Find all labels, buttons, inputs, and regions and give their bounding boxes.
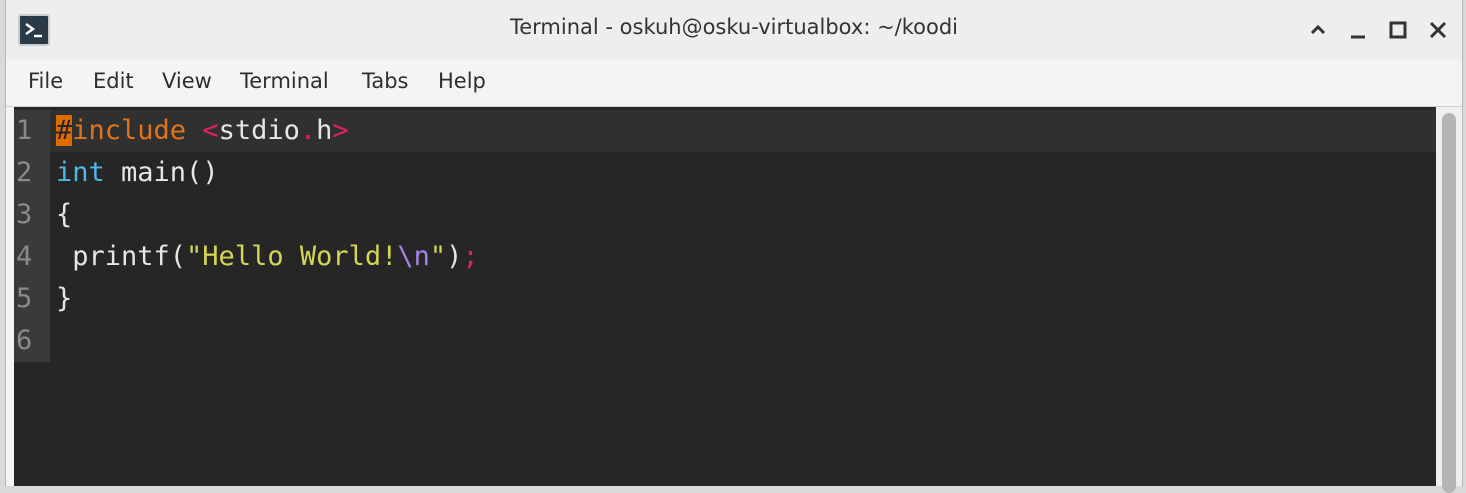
code-text: { [56, 199, 73, 230]
code-text: #include <stdio.h> [56, 110, 349, 152]
paren-close: ) [446, 241, 463, 272]
escape-sequence: \n [397, 241, 430, 272]
menu-file[interactable]: File [28, 69, 63, 93]
keyword-type: int [56, 157, 105, 188]
menu-edit[interactable]: Edit [93, 69, 134, 93]
code-line: 1 #include <stdio.h> [14, 110, 1436, 152]
code-call: printf( [56, 241, 187, 272]
code-rest: main() [104, 157, 219, 188]
string-close: " [429, 241, 447, 272]
window-title: Terminal - oskuh@osku-virtualbox: ~/kood… [509, 15, 959, 39]
code-text: int main() [56, 152, 219, 194]
close-icon[interactable] [1424, 16, 1452, 44]
angle-open: < [202, 115, 219, 146]
header-name: stdio [218, 115, 300, 146]
menu-help[interactable]: Help [438, 69, 486, 93]
code-line: 4 printf("Hello World!\n"); [14, 236, 1436, 278]
scrollbar-thumb[interactable] [1442, 113, 1456, 493]
line-number: 1 [14, 110, 50, 152]
minimize-icon[interactable] [1344, 16, 1372, 44]
menu-bar: File Edit View Terminal Tabs Help [6, 60, 1462, 107]
terminal-window: Terminal - oskuh@osku-virtualbox: ~/kood… [5, 0, 1463, 493]
angle-close: > [332, 115, 349, 146]
menu-terminal[interactable]: Terminal [240, 69, 329, 93]
line-number: 2 [14, 152, 50, 194]
scrollbar[interactable] [1436, 107, 1462, 493]
text-cursor: # [56, 115, 73, 146]
string-literal: "Hello World! [186, 241, 398, 272]
code-line: 3 { [14, 194, 1436, 236]
header-ext: h [316, 115, 333, 146]
line-number: 5 [14, 278, 50, 320]
maximize-icon[interactable] [1384, 16, 1412, 44]
header-dot: . [299, 115, 317, 146]
code-line: 6 [14, 320, 1436, 362]
terminal-editor[interactable]: 1 #include <stdio.h> 2 int main() 3 { 4 … [14, 107, 1436, 486]
title-bar[interactable]: Terminal - oskuh@osku-virtualbox: ~/kood… [6, 0, 1462, 60]
menu-tabs[interactable]: Tabs [362, 69, 409, 93]
code-text: } [56, 283, 73, 314]
chevron-up-icon[interactable] [1304, 16, 1332, 44]
line-number: 4 [14, 236, 50, 278]
code-line: 5 } [14, 278, 1436, 320]
line-number: 3 [14, 194, 50, 236]
code-line: 2 int main() [14, 152, 1436, 194]
menu-view[interactable]: View [162, 69, 212, 93]
code-text: printf("Hello World!\n"); [56, 236, 479, 278]
semicolon: ; [462, 241, 479, 272]
preprocessor-directive: include [72, 115, 187, 146]
line-number: 6 [14, 320, 50, 362]
